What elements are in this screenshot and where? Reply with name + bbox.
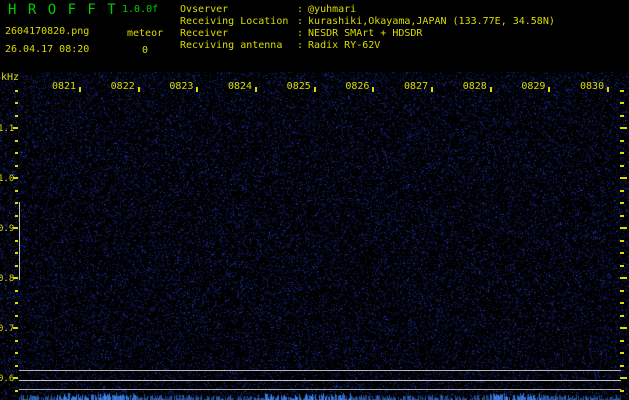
- hrofft-screen: 0821082208230824082508260827082808290830…: [0, 0, 629, 400]
- info-colon: :: [297, 16, 303, 27]
- info-value: kurashiki,Okayama,JAPAN (133.77E, 34.58N…: [308, 16, 555, 27]
- info-value: @yuhmari: [308, 4, 356, 15]
- info-label: Receiver: [180, 28, 297, 39]
- info-colon: :: [297, 4, 303, 15]
- info-row-receiver: Receiver: NESDR SMArt + HDSDR: [180, 28, 422, 39]
- info-label: Receiving Location: [180, 16, 297, 27]
- app-title: H R O F F T: [8, 3, 117, 17]
- info-value: NESDR SMArt + HDSDR: [308, 28, 422, 39]
- output-filename: 2604170820.png: [5, 27, 89, 37]
- datetime-label: 26.04.17 08:20: [5, 45, 89, 55]
- info-colon: :: [297, 40, 303, 51]
- meteor-label: meteor: [127, 29, 163, 39]
- info-label: Recviving antenna: [180, 40, 297, 51]
- y-axis-unit-label: kHz: [1, 73, 19, 83]
- meteor-count: 0: [127, 46, 163, 56]
- info-label: Ovserver: [180, 4, 297, 15]
- app-version: 1.0.0f: [122, 5, 158, 15]
- info-row-antenna: Recviving antenna: Radix RY-62V: [180, 40, 380, 51]
- info-row-observer: Ovserver: @yuhmari: [180, 4, 356, 15]
- info-value: Radix RY-62V: [308, 40, 380, 51]
- header-layer: H R O F F T 1.0.0f 2604170820.png meteor…: [0, 0, 629, 400]
- info-colon: :: [297, 28, 303, 39]
- info-row-location: Receiving Location: kurashiki,Okayama,JAP…: [180, 16, 555, 27]
